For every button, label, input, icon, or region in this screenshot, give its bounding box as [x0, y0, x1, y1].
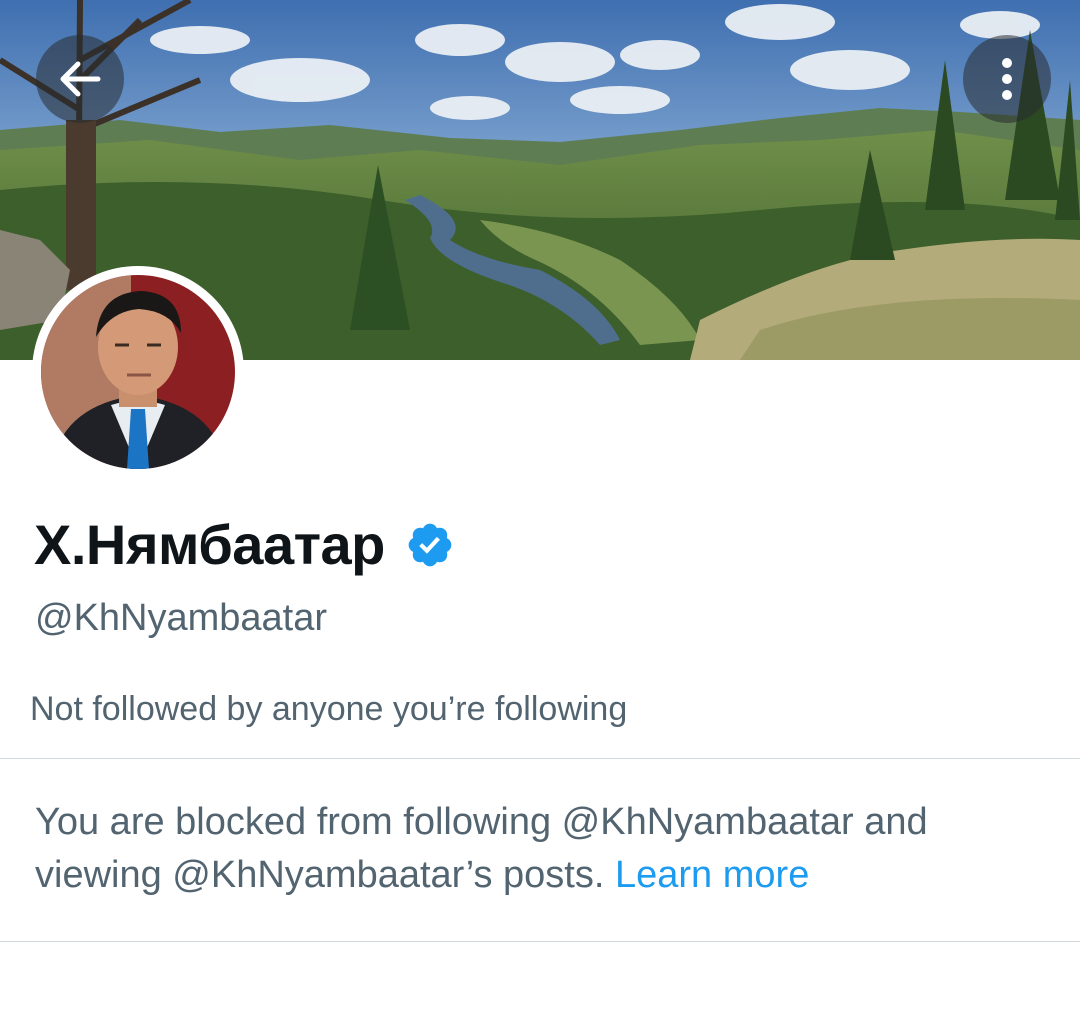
more-options-button[interactable] — [963, 35, 1051, 123]
profile-name-row: Х.Нямбаатар — [34, 512, 455, 577]
display-name: Х.Нямбаатар — [34, 513, 385, 576]
profile-page: Х.Нямбаатар @KhNyambaatar Not followed b… — [0, 0, 1080, 1036]
divider — [0, 941, 1080, 942]
avatar-photo — [41, 275, 235, 469]
verified-badge-icon[interactable] — [405, 520, 455, 570]
divider — [0, 758, 1080, 759]
arrow-left-icon — [60, 61, 101, 97]
profile-handle: @KhNyambaatar — [35, 597, 328, 639]
profile-avatar[interactable] — [32, 266, 244, 478]
back-button[interactable] — [36, 35, 124, 123]
blocked-notice: You are blocked from following @KhNyamba… — [35, 796, 1035, 902]
more-vertical-icon — [1002, 58, 1012, 100]
followed-by-text: Not followed by anyone you’re following — [30, 690, 628, 728]
learn-more-link[interactable]: Learn more — [615, 854, 809, 896]
